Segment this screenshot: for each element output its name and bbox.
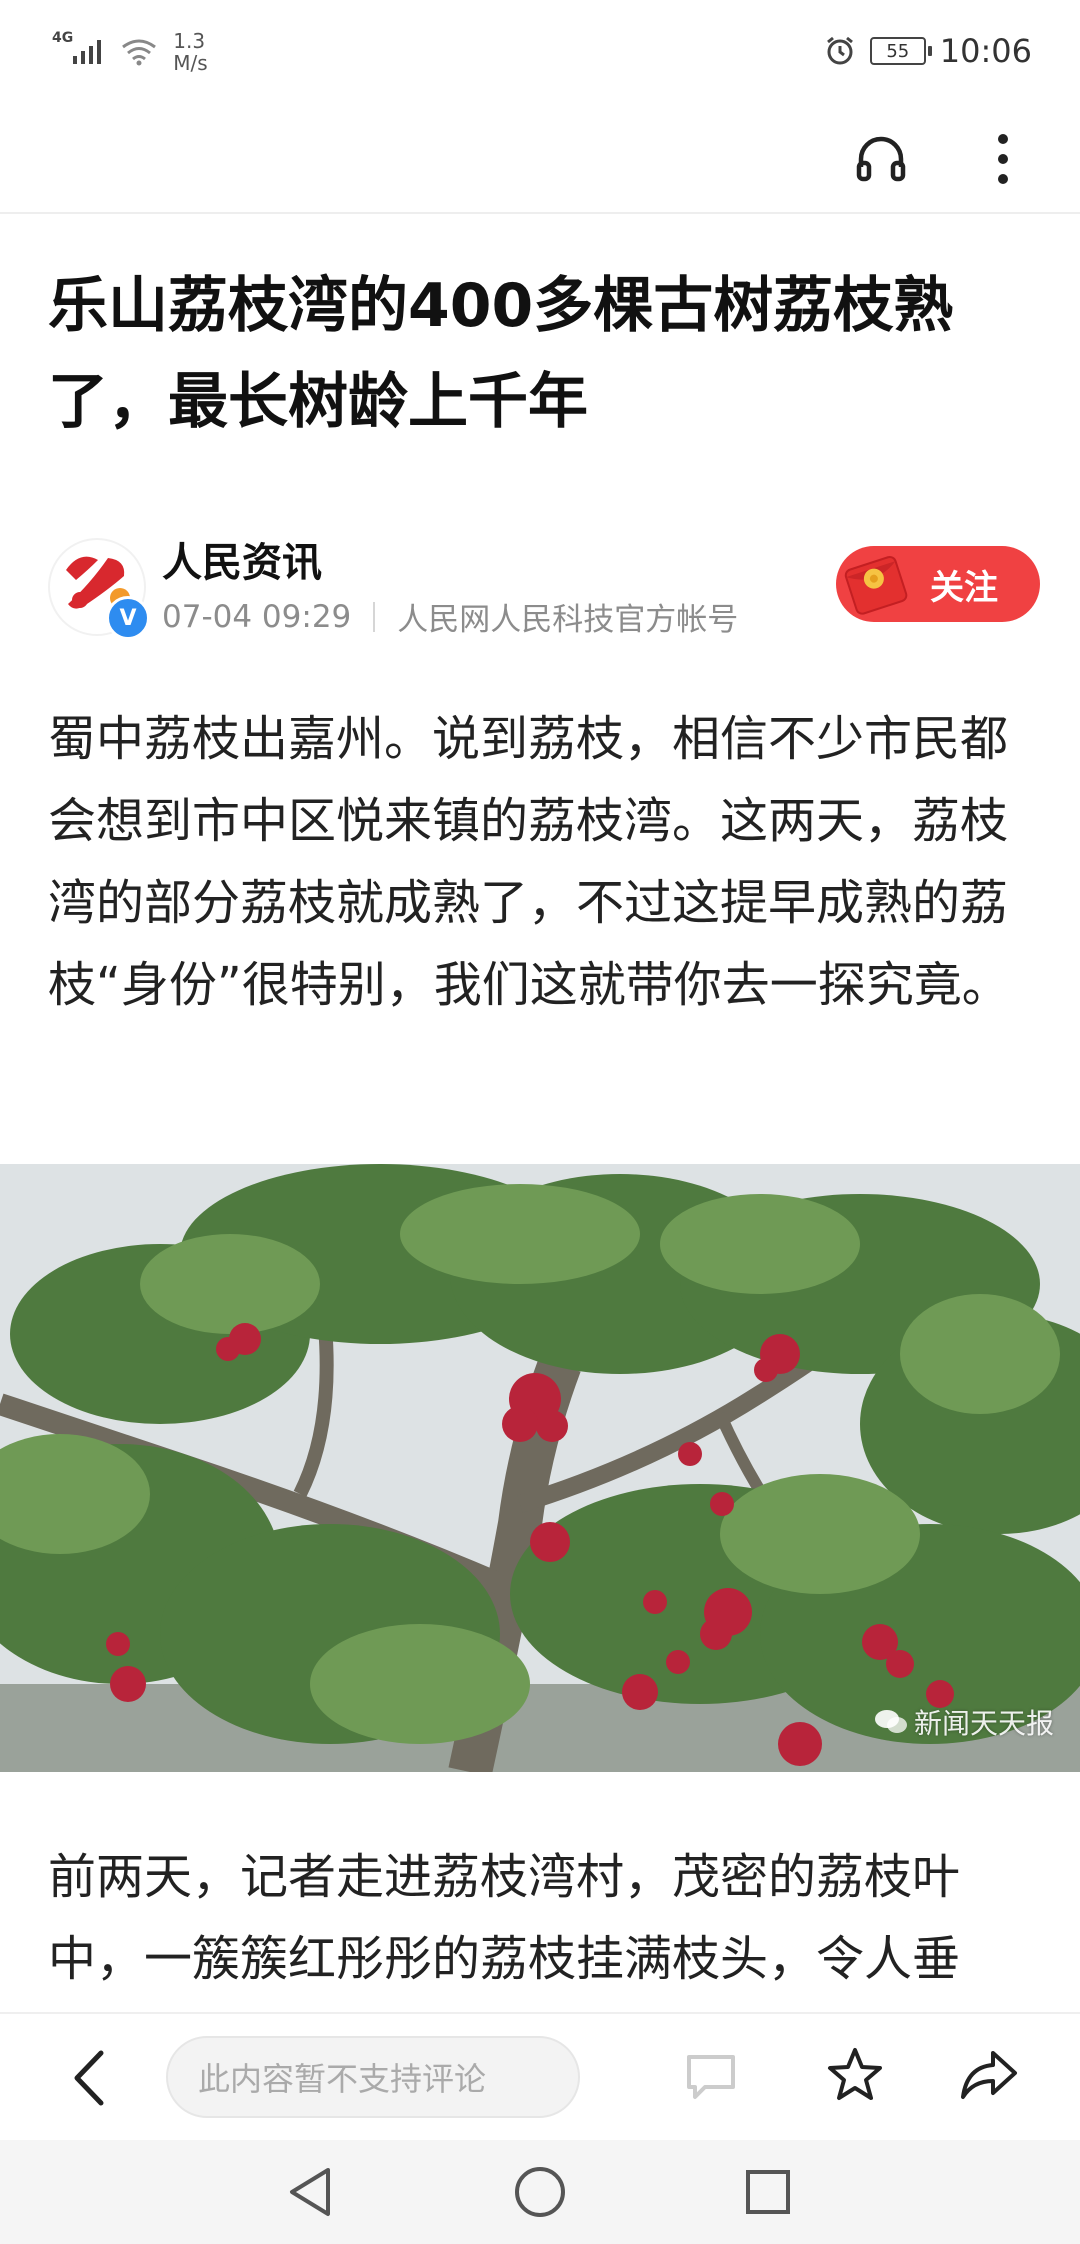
follow-label: 关注 [930, 567, 998, 608]
system-nav-bar [0, 2140, 1080, 2244]
author-name[interactable]: 人民资讯 [162, 530, 322, 588]
article-top-bar [0, 100, 1080, 214]
speed-value: 1.3 [173, 29, 206, 53]
network-type: 4G [52, 30, 74, 46]
speed-unit: M/s [173, 51, 208, 75]
bottom-action-bar: 此内容暂不支持评论 [0, 2012, 1080, 2142]
listen-button[interactable] [846, 124, 916, 194]
status-right: 55 10:06 [824, 26, 1032, 76]
network-speed: 1.3 M/s [173, 30, 207, 74]
article-image[interactable]: 新闻天天报 [0, 1164, 1080, 1772]
nav-home-button[interactable] [510, 2162, 570, 2222]
lychee-tree-photo [0, 1164, 1080, 1772]
share-button[interactable] [956, 2042, 1022, 2108]
comment-input[interactable]: 此内容暂不支持评论 [166, 2036, 580, 2118]
favorite-button[interactable] [822, 2042, 888, 2108]
author-description: 人民网人民科技官方帐号 [397, 602, 739, 638]
article-paragraph: 蜀中荔枝出嘉州。说到荔枝，相信不少市民都会想到市中区悦来镇的荔枝湾。这两天，荔枝… [48, 711, 1010, 1013]
circle-home-icon [515, 2167, 565, 2217]
publish-date: 07-04 09:29 [162, 598, 352, 635]
verified-badge-icon: V [106, 596, 150, 640]
comment-placeholder: 此内容暂不支持评论 [198, 2060, 487, 2098]
article-title: 乐山荔枝湾的400多棵古树荔枝熟了，最长树龄上千年 [48, 271, 954, 437]
nav-back-button[interactable] [280, 2162, 340, 2222]
verified-mark: V [119, 605, 137, 631]
more-options-button[interactable] [978, 124, 1028, 194]
alarm-icon [826, 36, 853, 65]
back-button[interactable] [62, 2044, 114, 2112]
headphones-icon [856, 136, 906, 182]
status-bar: 4G 1.3 M/s 55 10:06 [0, 0, 1080, 100]
image-watermark: 新闻天天报 [874, 1702, 1054, 1742]
clock: 10:06 [939, 32, 1032, 70]
more-vertical-icon [998, 134, 1008, 184]
status-left: 4G 1.3 M/s [52, 24, 208, 80]
comment-icon [687, 2055, 735, 2099]
battery-indicator: 55 [869, 37, 932, 65]
wechat-icon [874, 1710, 907, 1733]
comments-button[interactable] [680, 2046, 742, 2108]
square-recent-icon [746, 2170, 790, 2214]
watermark-text: 新闻天天报 [913, 1707, 1054, 1740]
nav-recent-button[interactable] [738, 2162, 798, 2222]
author-avatar[interactable]: V [48, 538, 150, 640]
article-paragraph: 前两天，记者走进荔枝湾村，茂密的荔枝叶中，一簇簇红彤彤的荔枝挂满枝头，令人垂 [48, 1849, 961, 1987]
author-meta: 07-04 09:29 人民网人民科技官方帐号 [162, 594, 738, 639]
triangle-back-icon [290, 2168, 330, 2216]
wifi-icon [122, 39, 157, 66]
share-icon [961, 2051, 1017, 2099]
star-icon [828, 2048, 882, 2100]
chevron-left-icon [74, 2050, 104, 2106]
red-envelope-icon [838, 548, 916, 622]
signal-icon [73, 40, 102, 64]
meta-divider [373, 601, 376, 632]
